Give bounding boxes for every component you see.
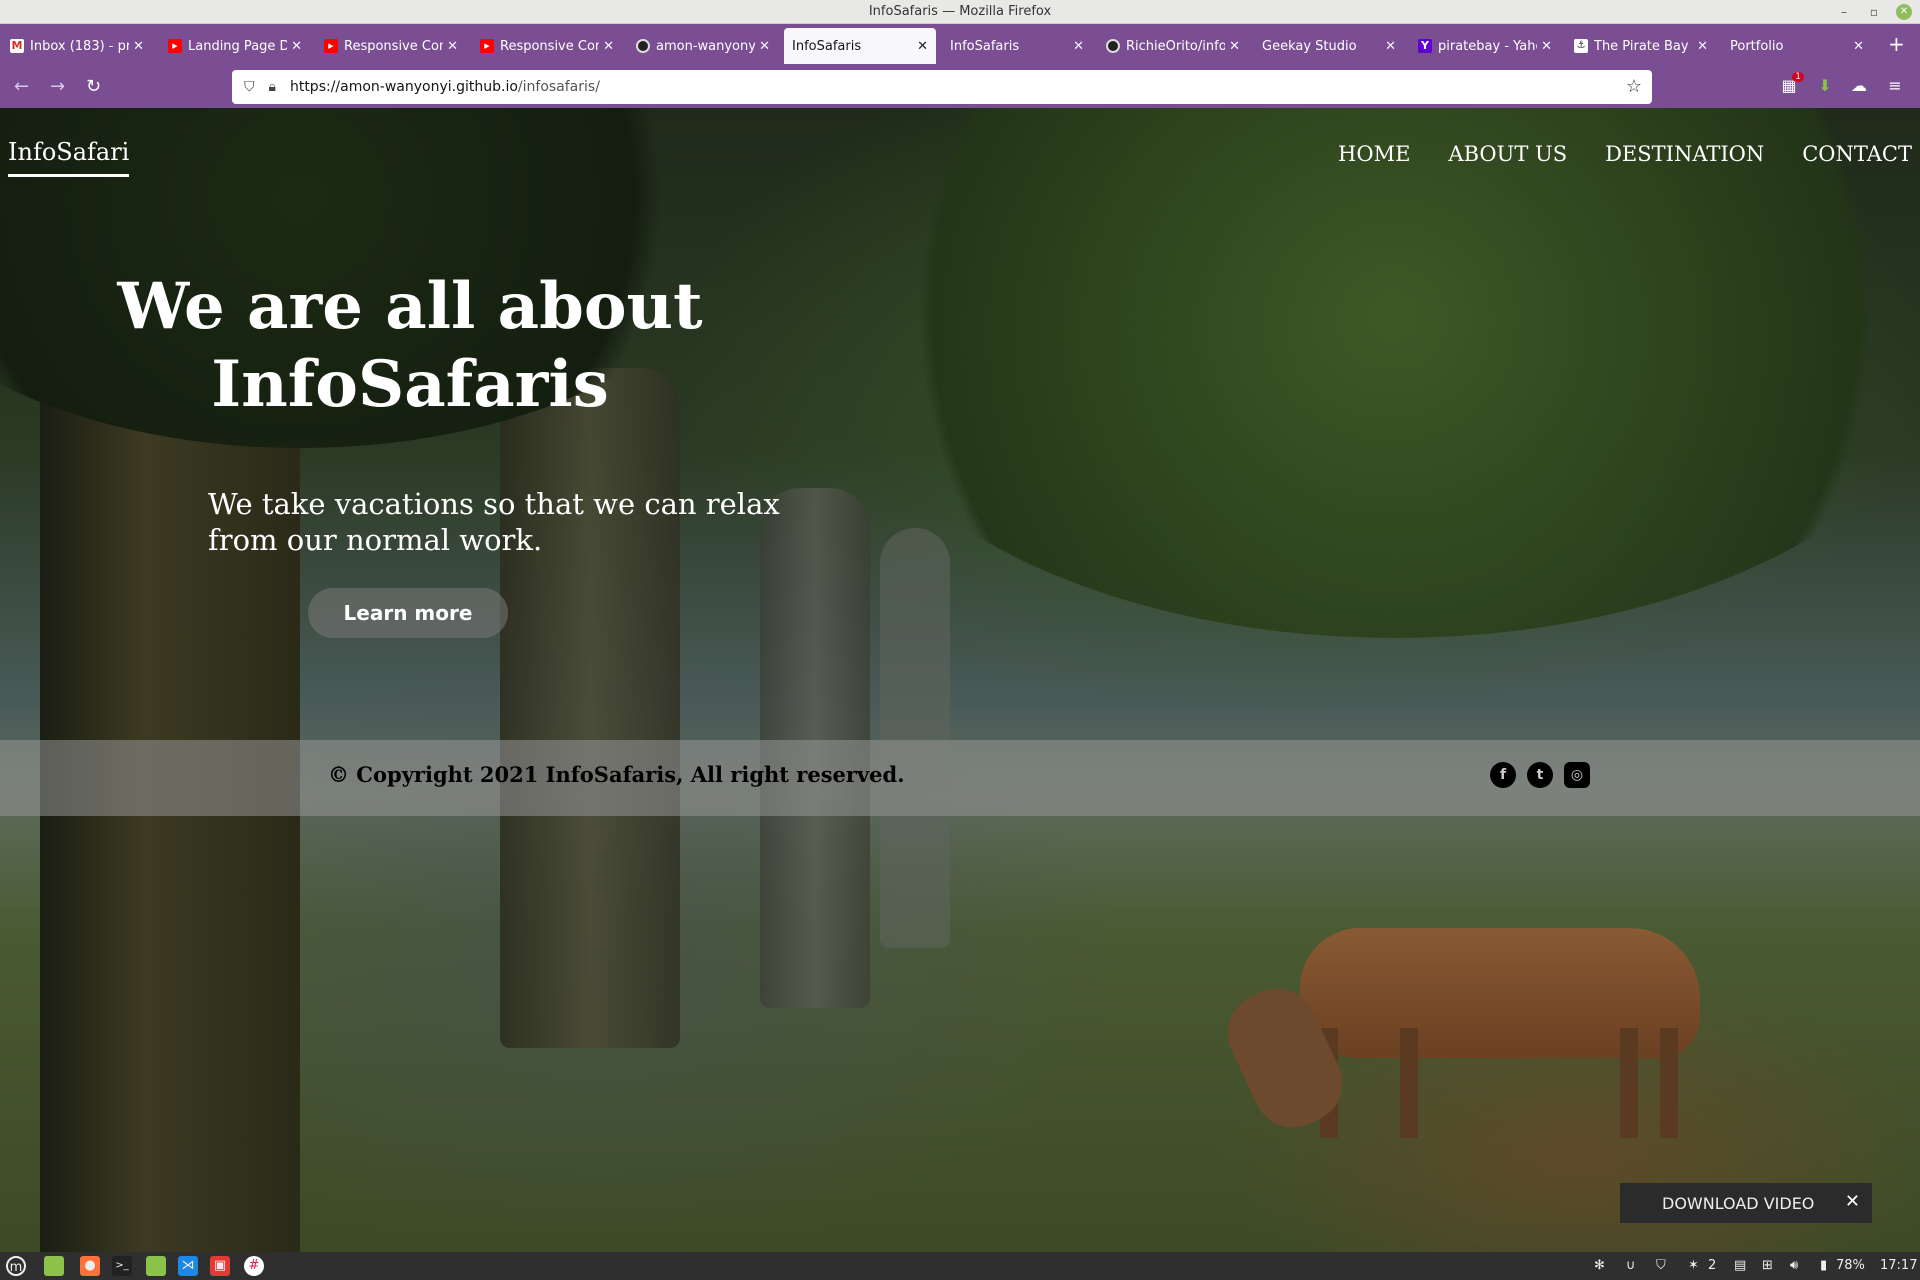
close-tab-icon[interactable]: ✕ (1385, 39, 1396, 54)
tab-richieorito[interactable]: RichieOrito/info ✕ (1098, 28, 1248, 64)
url-text[interactable]: https://amon-wanyonyi.github.io/infosafa… (290, 79, 600, 95)
extension-2-icon[interactable]: ☁ (1848, 76, 1870, 98)
window-titlebar: InfoSafaris — Mozilla Firefox – ▫ ✕ (0, 0, 1920, 24)
youtube-icon: ▶ (324, 39, 338, 53)
tab-infosafaris[interactable]: InfoSafaris ✕ (942, 28, 1092, 64)
app-icon[interactable]: ▣ (210, 1256, 230, 1276)
tab-portfolio[interactable]: Portfolio ✕ (1722, 28, 1872, 64)
site-footer: © Copyright 2021 InfoSafaris, All right … (0, 740, 1920, 816)
update-icon[interactable]: ∪ (1626, 1258, 1636, 1273)
nav-home[interactable]: HOME (1338, 142, 1410, 166)
github-icon (1106, 39, 1120, 53)
download-video-popup[interactable]: DOWNLOAD VIDEO ✕ (1620, 1183, 1872, 1223)
close-tab-icon[interactable]: ✕ (603, 39, 614, 54)
close-tab-icon[interactable]: ✕ (1073, 39, 1084, 54)
download-video-label[interactable]: DOWNLOAD VIDEO (1662, 1194, 1814, 1213)
tab-inbox[interactable]: M Inbox (183) - pro ✕ (2, 28, 152, 64)
hero-title: We are all about InfoSafaris (117, 269, 703, 422)
close-tab-icon[interactable]: ✕ (917, 39, 928, 54)
slack-icon[interactable]: # (244, 1256, 264, 1276)
shield-icon[interactable]: ⛉ (244, 79, 255, 95)
tab-piratebay[interactable]: ⚓ The Pirate Bay - ✕ (1566, 28, 1716, 64)
tab-landing-page[interactable]: ▶ Landing Page De ✕ (160, 28, 310, 64)
nav-destination[interactable]: DESTINATION (1605, 142, 1764, 166)
social-links: f t ◎ (1490, 762, 1590, 788)
download-helper-icon[interactable]: ⬇ (1814, 76, 1836, 98)
reload-icon[interactable]: ↻ (86, 76, 101, 97)
url-bar[interactable]: ⛉ 🔒︎ https://amon-wanyonyi.github.io/inf… (232, 70, 1652, 104)
youtube-icon: ▶ (480, 39, 494, 53)
workspace-count[interactable]: 2 (1708, 1258, 1716, 1273)
tab-responsive-2[interactable]: ▶ Responsive Cont ✕ (472, 28, 622, 64)
new-tab-icon[interactable]: + (1888, 32, 1905, 56)
nav-toolbar: ← → ↻ ⛉ 🔒︎ https://amon-wanyonyi.github.… (0, 66, 1920, 108)
minimize-icon[interactable]: – (1836, 4, 1852, 20)
twitter-icon[interactable]: t (1527, 762, 1553, 788)
close-tab-icon[interactable]: ✕ (1697, 39, 1708, 54)
instagram-icon[interactable]: ◎ (1564, 762, 1590, 788)
battery-percent[interactable]: 78% (1836, 1258, 1865, 1273)
network-icon[interactable]: ⊞ (1762, 1258, 1773, 1273)
tree-trunk-image (880, 528, 950, 948)
close-tab-icon[interactable]: ✕ (1853, 39, 1864, 54)
close-tab-icon[interactable]: ✕ (1229, 39, 1240, 54)
mint-menu-icon[interactable]: m (6, 1256, 26, 1276)
os-taskbar: m ● >_ ⋊ ▣ # ✻ ∪ ⛉ ✶ 2 ▤ ⊞ 🔊︎ ▮ 78% 17:1… (0, 1252, 1920, 1280)
close-tab-icon[interactable]: ✕ (447, 39, 458, 54)
lock-icon[interactable]: 🔒︎ (269, 79, 276, 95)
menu-hamburger-icon[interactable]: ≡ (1884, 76, 1906, 98)
youtube-icon: ▶ (168, 39, 182, 53)
network-applet-icon[interactable]: ✻ (1594, 1258, 1605, 1273)
tab-infosafaris-active[interactable]: InfoSafaris ✕ (784, 28, 936, 64)
clipboard-icon[interactable]: ▤ (1734, 1258, 1746, 1273)
tab-amon-github[interactable]: amon-wanyonyi/✕ (628, 28, 778, 64)
tree-trunk-image (500, 368, 680, 1048)
notifications-icon[interactable]: ✶ (1688, 1258, 1699, 1273)
firefox-icon[interactable]: ● (80, 1256, 100, 1276)
tab-piratebay-yahoo[interactable]: Y piratebay - Yaho ✕ (1410, 28, 1560, 64)
bookmark-star-icon[interactable]: ☆ (1626, 76, 1642, 97)
hero-subtitle: We take vacations so that we can relax f… (208, 487, 780, 557)
files-icon[interactable] (146, 1256, 166, 1276)
site-nav: HOME ABOUT US DESTINATION CONTACT (1338, 142, 1912, 166)
webpage: InfoSafari HOME ABOUT US DESTINATION CON… (0, 108, 1920, 1252)
battery-icon[interactable]: ▮ (1820, 1258, 1827, 1273)
maximize-icon[interactable]: ▫ (1866, 4, 1882, 20)
github-icon (636, 39, 650, 53)
deer-image (1214, 908, 1720, 1141)
site-logo[interactable]: InfoSafari (8, 138, 130, 177)
volume-icon[interactable]: 🔊︎ (1790, 1258, 1798, 1273)
piratebay-icon: ⚓ (1574, 39, 1588, 53)
nav-contact[interactable]: CONTACT (1802, 142, 1912, 166)
close-tab-icon[interactable]: ✕ (133, 39, 144, 54)
close-popup-icon[interactable]: ✕ (1845, 1191, 1860, 1212)
extension-icon[interactable]: ▦ 1 (1778, 72, 1804, 98)
tab-strip: M Inbox (183) - pro ✕ ▶ Landing Page De ✕ … (0, 24, 1920, 66)
learn-more-button[interactable]: Learn more (308, 588, 508, 638)
tab-responsive-1[interactable]: ▶ Responsive Cont ✕ (316, 28, 466, 64)
clock[interactable]: 17:17 (1880, 1258, 1917, 1273)
show-desktop-icon[interactable] (44, 1256, 64, 1276)
tab-geekay-studio[interactable]: Geekay Studio ✕ (1254, 28, 1404, 64)
close-tab-icon[interactable]: ✕ (291, 39, 302, 54)
back-icon[interactable]: ← (14, 76, 29, 97)
facebook-icon[interactable]: f (1490, 762, 1516, 788)
copyright-text: © Copyright 2021 InfoSafaris, All right … (328, 762, 905, 787)
window-title: InfoSafaris — Mozilla Firefox (868, 4, 1052, 19)
terminal-icon[interactable]: >_ (112, 1256, 132, 1276)
yahoo-icon: Y (1418, 39, 1432, 53)
forward-icon[interactable]: → (50, 76, 65, 97)
vscode-icon[interactable]: ⋊ (178, 1256, 198, 1276)
foliage-image (820, 108, 1920, 638)
nav-about-us[interactable]: ABOUT US (1448, 142, 1567, 166)
gmail-icon: M (10, 39, 24, 53)
close-tab-icon[interactable]: ✕ (1541, 39, 1552, 54)
close-tab-icon[interactable]: ✕ (759, 39, 770, 54)
shield-tray-icon[interactable]: ⛉ (1656, 1258, 1666, 1273)
close-window-icon[interactable]: ✕ (1896, 4, 1912, 20)
